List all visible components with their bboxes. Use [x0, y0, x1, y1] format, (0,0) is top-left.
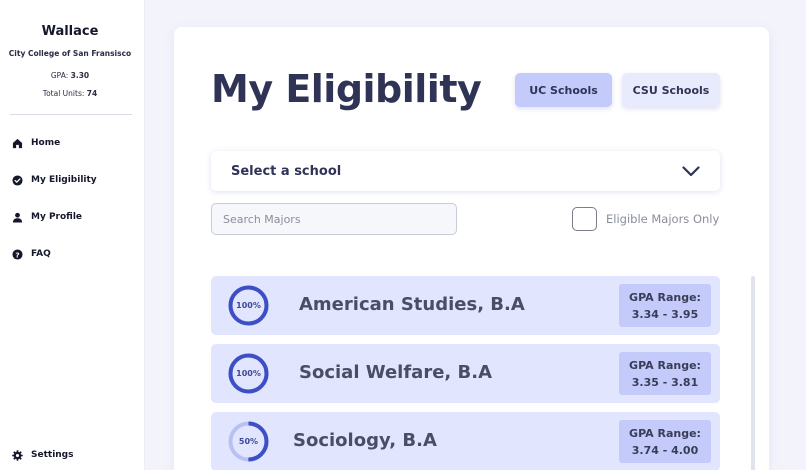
major-card[interactable]: 100% American Studies, B.A GPA Range: 3.…	[211, 276, 720, 335]
nav-label-profile: My Profile	[31, 212, 83, 222]
user-name: Wallace	[41, 24, 99, 39]
nav-label-faq: FAQ	[31, 249, 51, 259]
svg-text:?: ?	[15, 250, 19, 259]
user-units: Total Units: 74	[0, 89, 140, 98]
match-percent: 100%	[236, 301, 261, 310]
eligibility-panel: My Eligibility UC Schools CSU Schools Se…	[174, 27, 769, 470]
gpa-range-label: GPA Range:	[629, 358, 701, 372]
chevron-down-icon	[682, 162, 700, 181]
gpa-range-value: 3.34 - 3.95	[631, 307, 699, 321]
gpa-range-label: GPA Range:	[629, 290, 701, 304]
user-units-value: 74	[86, 89, 98, 98]
school-select-dropdown[interactable]: Select a school	[211, 151, 720, 191]
match-percent: 50%	[238, 437, 259, 446]
progress-ring: 100%	[228, 285, 269, 326]
gpa-range-badge: GPA Range: 3.35 - 3.81	[619, 352, 711, 395]
nav-item-settings[interactable]: Settings	[12, 447, 73, 463]
nav-label-eligibility: My Eligibility	[31, 175, 97, 185]
question-circle-icon: ?	[12, 248, 23, 260]
gpa-range-value: 3.74 - 4.00	[631, 443, 699, 457]
gpa-range-value: 3.35 - 3.81	[631, 375, 699, 389]
nav-label-home: Home	[31, 138, 61, 148]
major-name: Sociology, B.A	[293, 430, 437, 451]
nav-item-home[interactable]: Home	[12, 135, 60, 151]
tab-csu-schools[interactable]: CSU Schools	[622, 73, 720, 107]
nav-item-eligibility[interactable]: My Eligibility	[12, 172, 97, 188]
nav-item-faq[interactable]: ? FAQ	[12, 246, 51, 262]
user-units-label: Total Units:	[42, 89, 85, 98]
progress-ring: 100%	[228, 353, 269, 394]
check-circle-icon	[12, 174, 23, 186]
major-name: Social Welfare, B.A	[299, 362, 492, 383]
gpa-range-badge: GPA Range: 3.34 - 3.95	[619, 284, 711, 327]
nav-label-settings: Settings	[31, 450, 74, 460]
gear-icon	[12, 449, 23, 461]
page-title: My Eligibility	[211, 67, 482, 111]
match-percent: 100%	[236, 369, 261, 378]
user-gpa-label: GPA:	[50, 71, 69, 80]
search-majors-input[interactable]	[211, 203, 457, 235]
major-card[interactable]: 100% Social Welfare, B.A GPA Range: 3.35…	[211, 344, 720, 403]
school-select-label: Select a school	[231, 163, 342, 179]
eligible-majors-checkbox[interactable]	[572, 207, 597, 231]
nav-item-profile[interactable]: My Profile	[12, 209, 82, 225]
user-gpa: GPA: 3.30	[0, 71, 140, 80]
sidebar-divider	[10, 114, 132, 115]
gpa-range-label: GPA Range:	[629, 426, 701, 440]
user-gpa-value: 3.30	[70, 71, 90, 80]
major-card[interactable]: 50% Sociology, B.A GPA Range: 3.74 - 4.0…	[211, 412, 720, 470]
majors-scrollbar[interactable]	[751, 276, 755, 470]
tab-uc-schools[interactable]: UC Schools	[515, 73, 612, 107]
user-icon	[12, 212, 23, 223]
progress-ring: 50%	[228, 421, 269, 462]
home-icon	[12, 138, 23, 149]
sidebar: Wallace City College of San Fransisco GP…	[0, 0, 145, 470]
user-college: City College of San Fransisco	[8, 49, 132, 58]
major-name: American Studies, B.A	[299, 294, 525, 315]
eligible-majors-label: Eligible Majors Only	[606, 212, 720, 226]
gpa-range-badge: GPA Range: 3.74 - 4.00	[619, 420, 711, 463]
